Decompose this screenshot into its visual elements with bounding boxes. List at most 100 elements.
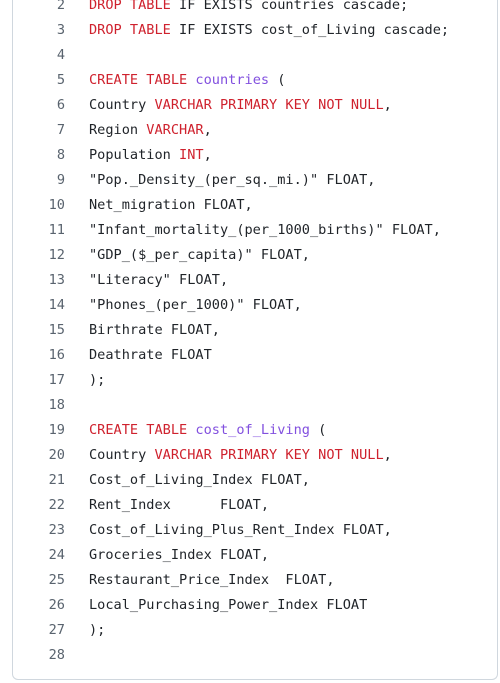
- line-number[interactable]: 25: [13, 568, 65, 593]
- line-number[interactable]: 10: [13, 193, 65, 218]
- code-token: );: [89, 372, 106, 388]
- code-text: Net_migration FLOAT,: [65, 193, 253, 218]
- line-number[interactable]: 21: [13, 468, 65, 493]
- code-token: ,: [203, 122, 212, 138]
- code-line: 10 Net_migration FLOAT,: [13, 193, 497, 218]
- quoted-identifier: "Infant_mortality_(per_1000_births)": [89, 222, 384, 238]
- code-line: 3 DROP TABLE IF EXISTS cost_of_Living cas…: [13, 18, 497, 43]
- code-text: "Infant_mortality_(per_1000_births)" FLO…: [65, 218, 441, 243]
- sql-keyword: CREATE TABLE: [89, 422, 188, 438]
- code-text: "Pop._Density_(per_sq._mi.)" FLOAT,: [65, 168, 375, 193]
- line-number[interactable]: 5: [13, 68, 65, 93]
- code-token: FLOAT,: [170, 272, 229, 288]
- line-number[interactable]: 19: [13, 418, 65, 443]
- line-number[interactable]: 2: [13, 0, 65, 18]
- sql-keyword: DROP TABLE: [89, 0, 171, 13]
- code-token: FLOAT,: [383, 222, 441, 238]
- code-text: CREATE TABLE cost_of_Living (: [65, 418, 326, 443]
- code-token: ,: [383, 97, 392, 113]
- code-line: 22 Rent_Index FLOAT,: [13, 493, 497, 518]
- code-token: IF EXISTS cost_of_Living cascade;: [170, 22, 450, 38]
- line-number[interactable]: 3: [13, 18, 65, 43]
- code-text: Cost_of_Living_Index FLOAT,: [65, 468, 310, 493]
- line-number[interactable]: 9: [13, 168, 65, 193]
- sql-keyword: VARCHAR PRIMARY KEY NOT NULL: [154, 447, 384, 463]
- code-text: Country VARCHAR PRIMARY KEY NOT NULL,: [65, 443, 392, 468]
- sql-keyword: VARCHAR: [146, 122, 204, 138]
- code-token: Population: [89, 147, 180, 163]
- code-line: 6 Country VARCHAR PRIMARY KEY NOT NULL,: [13, 93, 497, 118]
- code-token: Rent_Index FLOAT,: [89, 497, 270, 513]
- code-token: Cost_of_Living_Plus_Rent_Index FLOAT,: [89, 522, 392, 538]
- line-number[interactable]: 16: [13, 343, 65, 368]
- code-token: FLOAT,: [252, 247, 310, 263]
- line-number[interactable]: 4: [13, 43, 65, 68]
- code-token: Birthrate FLOAT,: [89, 322, 220, 338]
- code-token: Country: [89, 97, 155, 113]
- code-line: 19 CREATE TABLE cost_of_Living (: [13, 418, 497, 443]
- code-line: 20 Country VARCHAR PRIMARY KEY NOT NULL,: [13, 443, 497, 468]
- sql-keyword: VARCHAR PRIMARY KEY NOT NULL: [154, 97, 384, 113]
- quoted-identifier: "GDP_($_per_capita)": [89, 247, 253, 263]
- line-number[interactable]: 8: [13, 143, 65, 168]
- code-line: 14 "Phones_(per_1000)" FLOAT,: [13, 293, 497, 318]
- code-line: 8 Population INT,: [13, 143, 497, 168]
- code-text: "GDP_($_per_capita)" FLOAT,: [65, 243, 310, 268]
- code-line: 24 Groceries_Index FLOAT,: [13, 543, 497, 568]
- code-token: IF EXISTS countries cascade;: [170, 0, 409, 13]
- code-text: Deathrate FLOAT: [65, 343, 212, 368]
- sql-keyword: INT: [179, 147, 204, 163]
- table-name: cost_of_Living: [195, 422, 310, 438]
- code-token: Country: [89, 447, 155, 463]
- line-number[interactable]: 15: [13, 318, 65, 343]
- code-line: 5 CREATE TABLE countries (: [13, 68, 497, 93]
- line-number[interactable]: 23: [13, 518, 65, 543]
- code-token: Region: [89, 122, 147, 138]
- code-line: 9 "Pop._Density_(per_sq._mi.)" FLOAT,: [13, 168, 497, 193]
- code-text: Restaurant_Price_Index FLOAT,: [65, 568, 335, 593]
- line-number[interactable]: 14: [13, 293, 65, 318]
- line-number[interactable]: 11: [13, 218, 65, 243]
- code-line: 7 Region VARCHAR,: [13, 118, 497, 143]
- line-number[interactable]: 18: [13, 393, 65, 418]
- code-token: Net_migration FLOAT,: [89, 197, 253, 213]
- code-text: CREATE TABLE countries (: [65, 68, 285, 93]
- line-number[interactable]: 20: [13, 443, 65, 468]
- line-number[interactable]: 27: [13, 618, 65, 643]
- code-line: 11 "Infant_mortality_(per_1000_births)" F…: [13, 218, 497, 243]
- code-token: (: [269, 72, 286, 88]
- code-line: 4: [13, 43, 497, 68]
- line-number[interactable]: 24: [13, 543, 65, 568]
- line-number[interactable]: 22: [13, 493, 65, 518]
- code-text: Cost_of_Living_Plus_Rent_Index FLOAT,: [65, 518, 392, 543]
- code-line: 27);: [13, 618, 497, 643]
- line-number[interactable]: 6: [13, 93, 65, 118]
- code-line: 15 Birthrate FLOAT,: [13, 318, 497, 343]
- code-text: );: [65, 618, 105, 643]
- code-line: 17);: [13, 368, 497, 393]
- quoted-identifier: "Pop._Density_(per_sq._mi.)": [89, 172, 319, 188]
- code-text: Region VARCHAR,: [65, 118, 212, 143]
- line-number[interactable]: 17: [13, 368, 65, 393]
- code-text: "Phones_(per_1000)" FLOAT,: [65, 293, 302, 318]
- line-number[interactable]: 28: [13, 643, 65, 668]
- code-text: Country VARCHAR PRIMARY KEY NOT NULL,: [65, 93, 392, 118]
- code-token: Restaurant_Price_Index FLOAT,: [89, 572, 335, 588]
- line-number[interactable]: 7: [13, 118, 65, 143]
- code-text: );: [65, 368, 105, 393]
- code-line: 18: [13, 393, 497, 418]
- code-viewer: 2 DROP TABLE IF EXISTS countries cascade;…: [12, 0, 498, 680]
- code-line: 2 DROP TABLE IF EXISTS countries cascade;: [13, 0, 497, 18]
- line-number[interactable]: 13: [13, 268, 65, 293]
- code-line: 12 "GDP_($_per_capita)" FLOAT,: [13, 243, 497, 268]
- table-name: countries: [195, 72, 270, 88]
- code-token: FLOAT,: [318, 172, 376, 188]
- line-number[interactable]: 26: [13, 593, 65, 618]
- line-number[interactable]: 12: [13, 243, 65, 268]
- code-token: Local_Purchasing_Power_Index FLOAT: [89, 597, 368, 613]
- quoted-identifier: "Literacy": [89, 272, 171, 288]
- code-text: Birthrate FLOAT,: [65, 318, 220, 343]
